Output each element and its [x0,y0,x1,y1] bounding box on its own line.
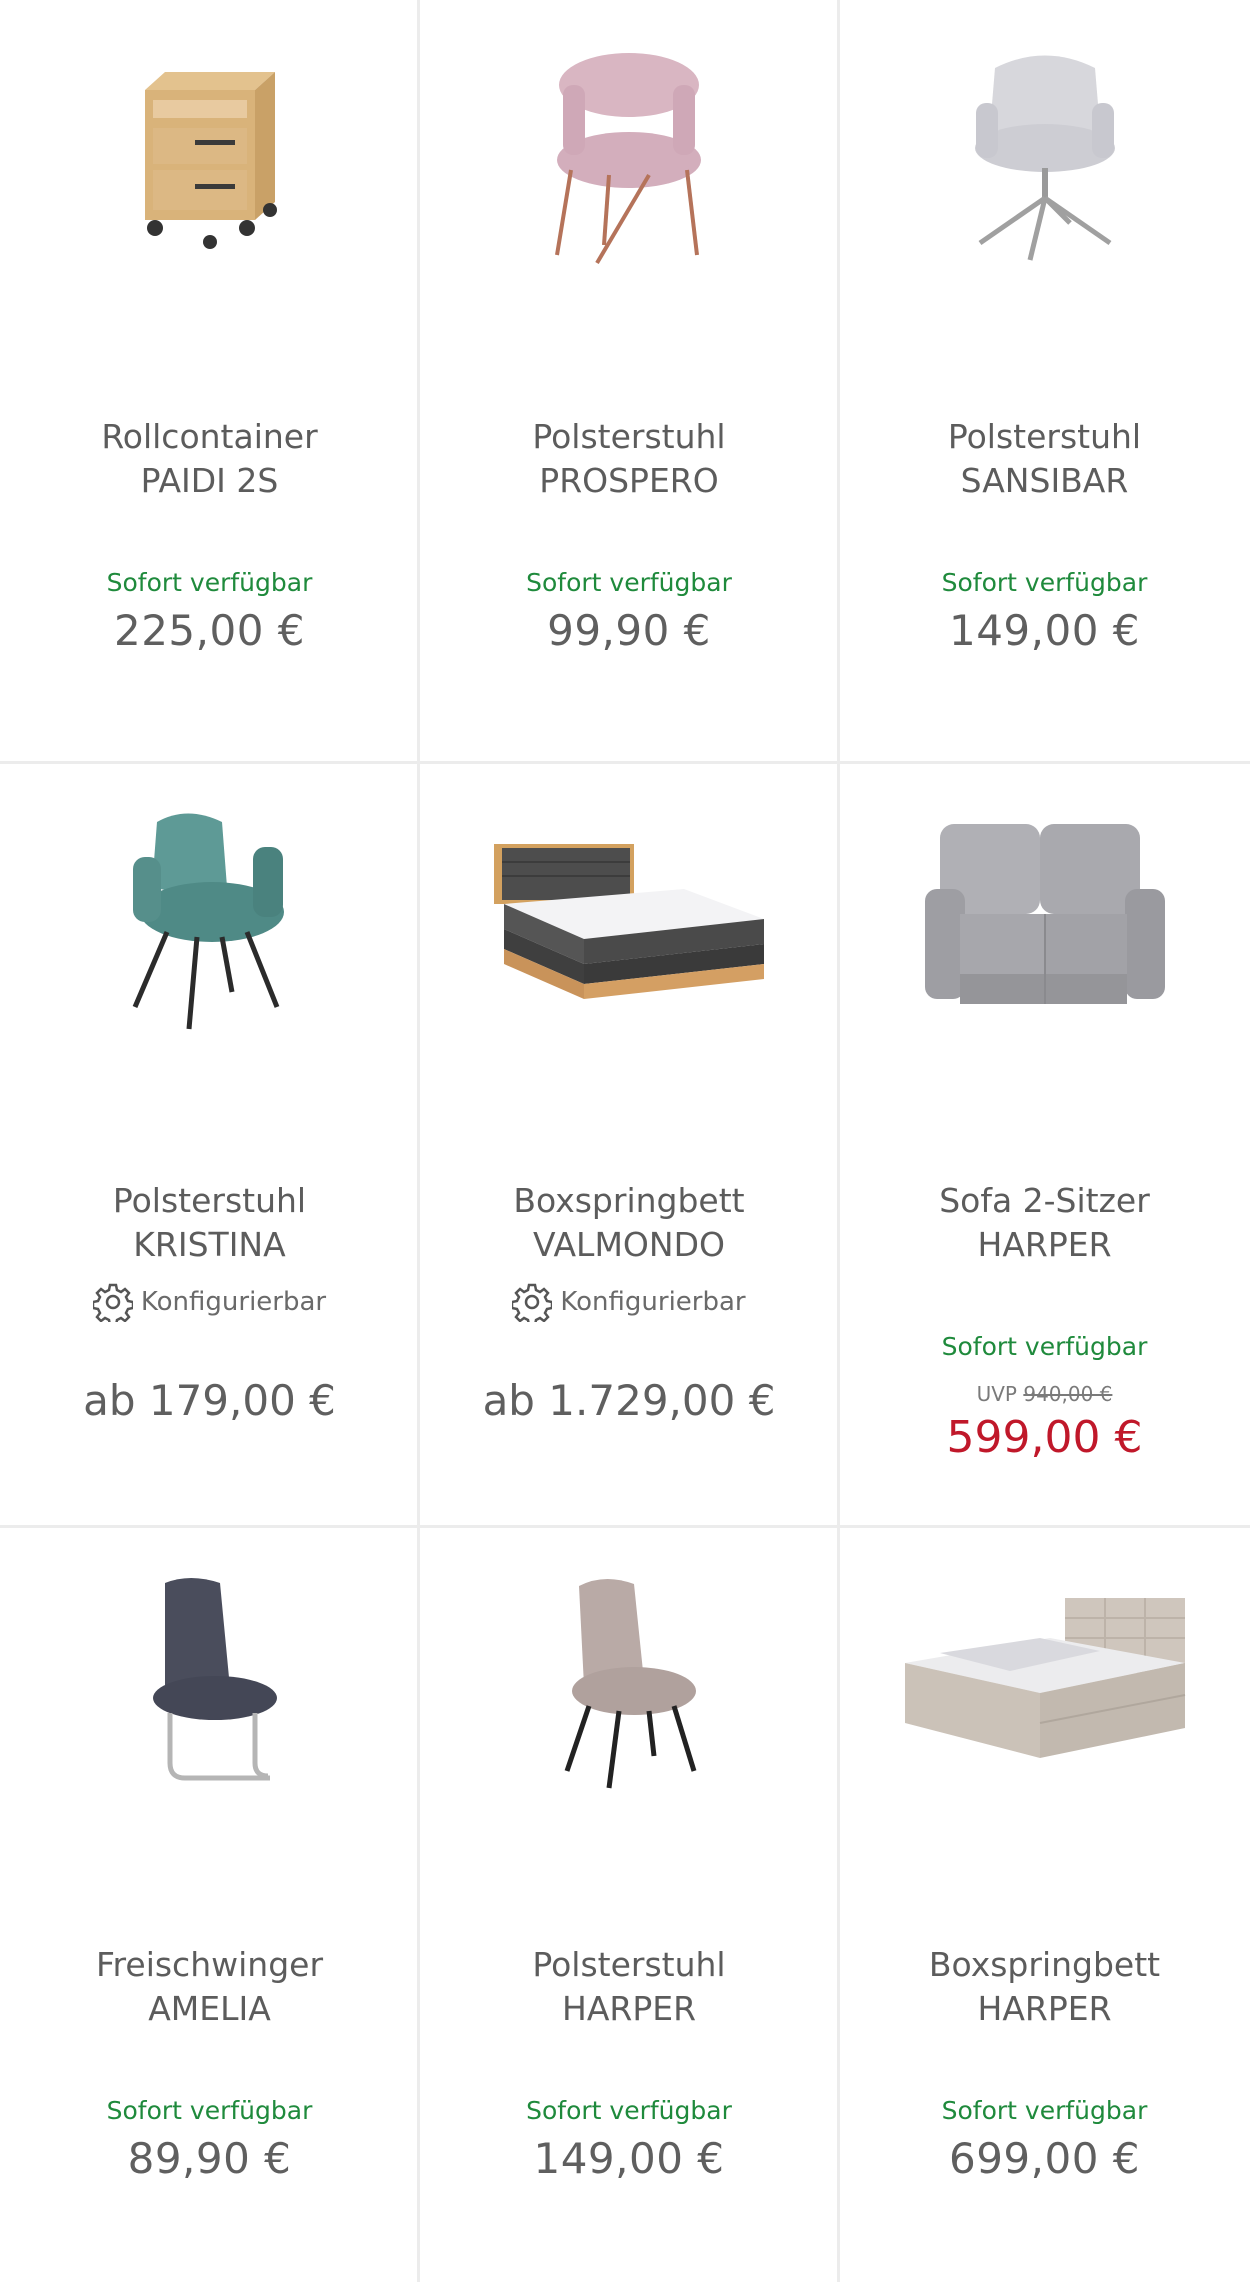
row-divider [0,761,1250,764]
product-price: 149,00 € [533,2134,725,2183]
product-card[interactable]: Polsterstuhl PROSPERO Sofort verfügbar 9… [419,0,839,764]
product-name[interactable]: Polsterstuhl KRISTINA [10,1179,409,1267]
grey-sofa-image [924,824,1165,1004]
product-name-line2: HARPER [977,1225,1112,1264]
product-image[interactable] [839,794,1250,1044]
cantilever-chair-image [152,1578,277,1781]
product-card[interactable]: Polsterstuhl KRISTINA Konfigurierbar ab … [0,764,419,1528]
product-name-line1: Sofa 2-Sitzer [939,1181,1150,1220]
product-image[interactable] [839,1558,1250,1808]
boxspring-bed-beige-image [904,1598,1185,1758]
product-image[interactable] [0,30,419,280]
uvp-price: UVP 940,00 € [839,1382,1250,1406]
product-name[interactable]: Freischwinger AMELIA [10,1943,409,2031]
pink-chair-image [555,53,701,265]
product-grid: Rollcontainer PAIDI 2S Sofort verfügbar … [0,0,1250,2282]
teal-chair-image [132,813,284,1029]
uvp-label: UVP [976,1382,1017,1406]
product-name-line2: AMELIA [148,1989,271,2028]
product-name-line1: Polsterstuhl [112,1181,307,1220]
product-name-line2: HARPER [977,1989,1112,2028]
product-name-line2: SANSIBAR [960,461,1129,500]
product-price: 225,00 € [113,606,306,655]
product-name-line1: Polsterstuhl [532,1945,726,1984]
product-name[interactable]: Polsterstuhl SANSIBAR [849,415,1240,503]
product-name[interactable]: Boxspringbett HARPER [849,1943,1240,2031]
availability-label: Sofort verfügbar [526,2096,732,2125]
product-name-line2: KRISTINA [133,1225,286,1264]
availability-label: Sofort verfügbar [106,2096,313,2125]
product-price: 699,00 € [948,2134,1141,2183]
product-card[interactable]: Boxspringbett HARPER Sofort verfügbar 69… [839,1528,1250,2282]
availability-label: Sofort verfügbar [106,568,313,597]
gear-icon [92,1283,133,1322]
product-image[interactable] [419,1558,839,1808]
product-card[interactable]: Sofa 2-Sitzer HARPER Sofort verfügbar UV… [839,764,1250,1528]
product-price: ab 1.729,00 € [482,1376,776,1425]
configurable-label: Konfigurierbar [419,1282,839,1322]
product-name[interactable]: Boxspringbett VALMONDO [429,1179,829,1267]
configurable-text: Konfigurierbar [140,1287,327,1317]
product-image[interactable] [0,1558,419,1808]
product-price: 149,00 € [948,606,1141,655]
beige-chair-image [564,1578,697,1788]
product-name-line1: Rollcontainer [101,417,318,456]
column-divider [417,0,420,2282]
availability-label: Sofort verfügbar [941,568,1148,597]
row-divider [0,1525,1250,1528]
uvp-value: 940,00 € [1023,1382,1113,1406]
availability-label: Sofort verfügbar [941,2096,1148,2125]
product-card[interactable]: Boxspringbett VALMONDO Konfigurierbar ab… [419,764,839,1528]
product-name-line2: PROSPERO [539,461,719,500]
rolling-cabinet-image [144,72,277,249]
product-name[interactable]: Sofa 2-Sitzer HARPER [849,1179,1240,1267]
product-name[interactable]: Polsterstuhl PROSPERO [429,415,829,503]
product-card[interactable]: Polsterstuhl SANSIBAR Sofort verfügbar 1… [839,0,1250,764]
product-image[interactable] [419,30,839,280]
configurable-text: Konfigurierbar [560,1287,746,1317]
product-name-line1: Polsterstuhl [947,417,1142,456]
boxspring-bed-dark-image [494,844,764,999]
product-image[interactable] [0,794,419,1044]
gear-icon [512,1283,553,1322]
product-image[interactable] [839,30,1250,280]
product-name-line1: Polsterstuhl [532,417,726,456]
product-card[interactable]: Freischwinger AMELIA Sofort verfügbar 89… [0,1528,419,2282]
product-name-line2: HARPER [562,1989,696,2028]
grey-swivel-chair-image [974,55,1115,261]
product-image[interactable] [419,794,839,1044]
product-price: 89,90 € [127,2134,292,2183]
availability-label: Sofort verfügbar [941,1332,1148,1361]
availability-label: Sofort verfügbar [526,568,732,597]
product-card[interactable]: Rollcontainer PAIDI 2S Sofort verfügbar … [0,0,419,764]
configurable-label: Konfigurierbar [0,1282,419,1322]
product-name-line1: Freischwinger [95,1945,324,1984]
product-name-line2: PAIDI 2S [140,461,279,500]
sale-price: 599,00 € [946,1412,1143,1463]
product-name[interactable]: Rollcontainer PAIDI 2S [10,415,409,503]
product-price: 99,90 € [547,606,711,655]
column-divider [837,0,840,2282]
product-card[interactable]: Polsterstuhl HARPER Sofort verfügbar 149… [419,1528,839,2282]
product-name[interactable]: Polsterstuhl HARPER [429,1943,829,2031]
product-name-line1: Boxspringbett [513,1181,745,1220]
product-price: ab 179,00 € [83,1376,336,1425]
product-name-line2: VALMONDO [533,1225,725,1264]
product-name-line1: Boxspringbett [928,1945,1161,1984]
